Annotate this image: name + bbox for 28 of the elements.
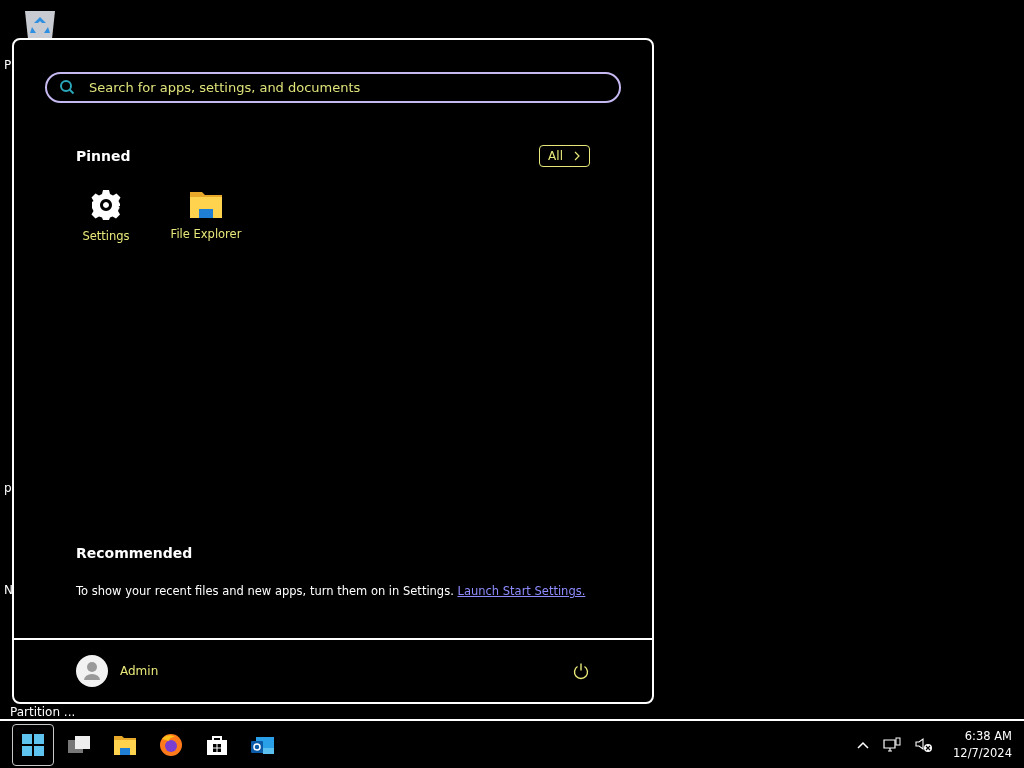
all-apps-button[interactable]: All <box>539 145 590 167</box>
chevron-right-icon <box>573 151 581 161</box>
desktop-icon-label[interactable]: p <box>4 481 12 495</box>
browser-icon <box>159 732 183 757</box>
search-field[interactable]: Search for apps, settings, and documents <box>45 72 621 103</box>
section-title: Pinned <box>76 148 131 164</box>
power-icon[interactable] <box>572 662 590 680</box>
folder-icon <box>113 733 137 756</box>
section-title: Recommended <box>76 545 193 561</box>
recommended-message: To show your recent files and new apps, turn them on in Settings. Launch Start Settings. <box>76 584 587 598</box>
app-label[interactable]: File Explorer <box>170 227 242 241</box>
desktop-icon-label[interactable]: P <box>4 58 12 72</box>
folder-icon[interactable] <box>189 189 223 219</box>
settings-link[interactable]: Launch Start Settings. <box>457 584 586 598</box>
user-avatar-icon[interactable] <box>76 655 108 687</box>
user-name[interactable]: Admin <box>120 664 159 678</box>
network-icon[interactable] <box>883 736 902 753</box>
gear-icon[interactable] <box>90 189 122 221</box>
speaker-muted-icon[interactable] <box>915 736 934 753</box>
caret-up-icon[interactable] <box>857 740 870 749</box>
taskbar-button[interactable] <box>12 723 54 766</box>
app-label[interactable]: Settings <box>82 229 130 243</box>
clock-time[interactable]: 6:38 AM <box>964 729 1012 743</box>
recycle-bin-icon[interactable] <box>22 9 58 39</box>
desktop-icon-label[interactable]: Partition ... <box>10 705 76 719</box>
desktop-icon-label[interactable]: N <box>4 583 13 597</box>
start-icon <box>21 732 45 757</box>
clock-date[interactable]: 12/7/2024 <box>953 746 1012 760</box>
